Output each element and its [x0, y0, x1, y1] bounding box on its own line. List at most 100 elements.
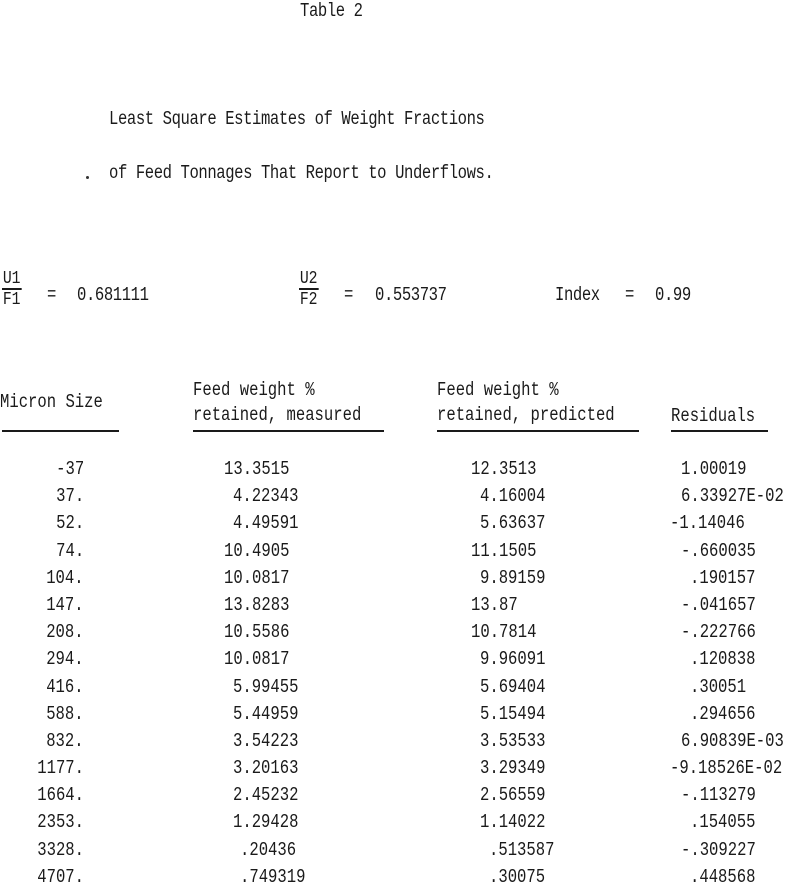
cell-measured: 10.0817 — [224, 566, 290, 589]
cell-micron-size: 832. — [46, 729, 84, 752]
table-row: 588. 5.44959 5.15494 .294656 — [0, 703, 800, 730]
header-predicted-line1: Feed weight % — [437, 379, 559, 401]
cell-predicted: 13.87 — [471, 593, 518, 616]
ratio2-value: 0.553737 — [375, 284, 447, 306]
cell-micron-size: 104. — [46, 566, 84, 589]
cell-micron-size: 208. — [46, 621, 84, 644]
header-underline-predicted — [437, 430, 639, 432]
cell-micron-size: 588. — [46, 702, 84, 725]
ratio1-numerator: U1 — [2, 269, 22, 290]
header-underline-residuals — [671, 430, 768, 432]
cell-measured: 4.22343 — [233, 485, 299, 508]
cell-predicted: 5.63637 — [480, 512, 546, 535]
index-equals: = — [625, 284, 634, 306]
table-title: Table 2 — [300, 0, 363, 22]
cell-micron-size: 294. — [46, 648, 84, 671]
ratio1-denominator: F1 — [2, 290, 21, 310]
cell-residual: .30051 — [690, 675, 747, 698]
cell-measured: .749319 — [240, 865, 306, 888]
cell-micron-size: 3328. — [37, 838, 84, 861]
cell-predicted: 3.53533 — [480, 729, 546, 752]
table-subtitle-line2: of Feed Tonnages That Report to Underflo… — [109, 162, 494, 184]
header-measured: Feed weight % retained, measured — [193, 378, 361, 428]
cell-predicted: 5.69404 — [480, 675, 546, 698]
table-row: 416. 5.99455 5.69404 .30051 — [0, 676, 800, 703]
cell-predicted: 10.7814 — [471, 621, 537, 644]
cell-measured: 13.3515 — [224, 458, 290, 480]
cell-residual: -.309227 — [681, 838, 756, 861]
cell-micron-size: 1177. — [37, 757, 84, 780]
header-micron-size: Micron Size — [0, 391, 103, 413]
header-predicted-line2: retained, predicted — [437, 404, 615, 426]
header-measured-line1: Feed weight % — [193, 379, 315, 401]
cell-micron-size: 1664. — [37, 784, 84, 807]
table-row: 1664. 2.45232 2.56559 -.113279 — [0, 784, 800, 811]
table-subtitle-line1: Least Square Estimates of Weight Fractio… — [109, 108, 485, 130]
cell-residual: .448568 — [690, 865, 756, 888]
table-row: 74. 10.4905 11.1505 -.660035 — [0, 540, 800, 567]
cell-predicted: 4.16004 — [480, 485, 546, 508]
cell-residual: -.113279 — [681, 784, 756, 807]
ratio1-value: 0.681111 — [77, 284, 149, 306]
ratio2-denominator: F2 — [299, 290, 318, 310]
table-row: 294. 10.0817 9.96091 .120838 — [0, 648, 800, 675]
ratio2-numerator: U2 — [299, 269, 319, 290]
cell-measured: 10.5586 — [224, 621, 290, 644]
cell-micron-size: -37 — [55, 458, 84, 480]
ratio1-equals: = — [47, 284, 56, 306]
ratio-u2-f2: U2 F2 — [299, 269, 319, 310]
header-measured-line2: retained, measured — [193, 404, 362, 426]
header-underline-measured — [193, 430, 384, 432]
cell-measured: 5.99455 — [233, 675, 299, 698]
table-body: -37 13.3515 12.3513 1.00019 37. 4.22343 4.1600… — [0, 458, 800, 893]
header-residuals: Residuals — [671, 405, 756, 427]
header-predicted: Feed weight % retained, predicted — [437, 378, 615, 428]
cell-micron-size: 37. — [55, 485, 84, 508]
cell-measured: 5.44959 — [233, 702, 299, 725]
ratio2-equals: = — [344, 284, 353, 306]
cell-measured: 3.20163 — [233, 757, 299, 780]
cell-measured: 10.4905 — [224, 539, 290, 562]
cell-residual: .154055 — [690, 811, 756, 834]
cell-residual: .120838 — [690, 648, 756, 671]
cell-predicted: 9.89159 — [480, 566, 546, 589]
cell-measured: 1.29428 — [233, 811, 299, 834]
cell-micron-size: 147. — [46, 593, 84, 616]
table-row: 37. 4.22343 4.16004 6.33927E-02 — [0, 485, 800, 512]
table-row: 1177. 3.20163 3.29349 -9.18526E-02 — [0, 757, 800, 784]
table-row: 2353. 1.29428 1.14022 .154055 — [0, 811, 800, 838]
bullet-dot — [86, 176, 89, 179]
cell-residual: -1.14046 — [670, 512, 745, 535]
cell-predicted: 12.3513 — [471, 458, 537, 480]
table-row: 832. 3.54223 3.53533 6.90839E-03 — [0, 730, 800, 757]
cell-measured: 4.49591 — [233, 512, 299, 535]
table-row: 104. 10.0817 9.89159 .190157 — [0, 567, 800, 594]
cell-residual: -.222766 — [681, 621, 756, 644]
table-row: 147. 13.8283 13.87 -.041657 — [0, 594, 800, 621]
table-row: -37 13.3515 12.3513 1.00019 — [0, 458, 800, 485]
cell-residual: 1.00019 — [681, 458, 747, 480]
cell-residual: -.660035 — [681, 539, 756, 562]
cell-micron-size: 52. — [55, 512, 84, 535]
cell-predicted: 11.1505 — [471, 539, 537, 562]
table-row: 3328. .20436 .513587 -.309227 — [0, 839, 800, 866]
cell-predicted: 9.96091 — [480, 648, 546, 671]
cell-residual: .190157 — [690, 566, 756, 589]
cell-measured: 13.8283 — [224, 593, 290, 616]
index-value: 0.99 — [655, 284, 691, 306]
table-row: 52. 4.49591 5.63637 -1.14046 — [0, 512, 800, 539]
cell-predicted: .513587 — [489, 838, 555, 861]
cell-predicted: 2.56559 — [480, 784, 546, 807]
cell-residual: -.041657 — [681, 593, 756, 616]
header-underline-micron — [2, 430, 119, 432]
cell-residual: 6.33927E-02 — [681, 485, 784, 508]
ratio-u1-f1: U1 F1 — [2, 269, 22, 310]
cell-residual: -9.18526E-02 — [670, 757, 783, 780]
cell-micron-size: 2353. — [37, 811, 84, 834]
cell-predicted: 5.15494 — [480, 702, 546, 725]
cell-measured: 10.0817 — [224, 648, 290, 671]
table-row: 208. 10.5586 10.7814 -.222766 — [0, 621, 800, 648]
cell-measured: .20436 — [240, 838, 297, 861]
cell-micron-size: 4707. — [37, 865, 84, 888]
cell-residual: 6.90839E-03 — [681, 729, 784, 752]
